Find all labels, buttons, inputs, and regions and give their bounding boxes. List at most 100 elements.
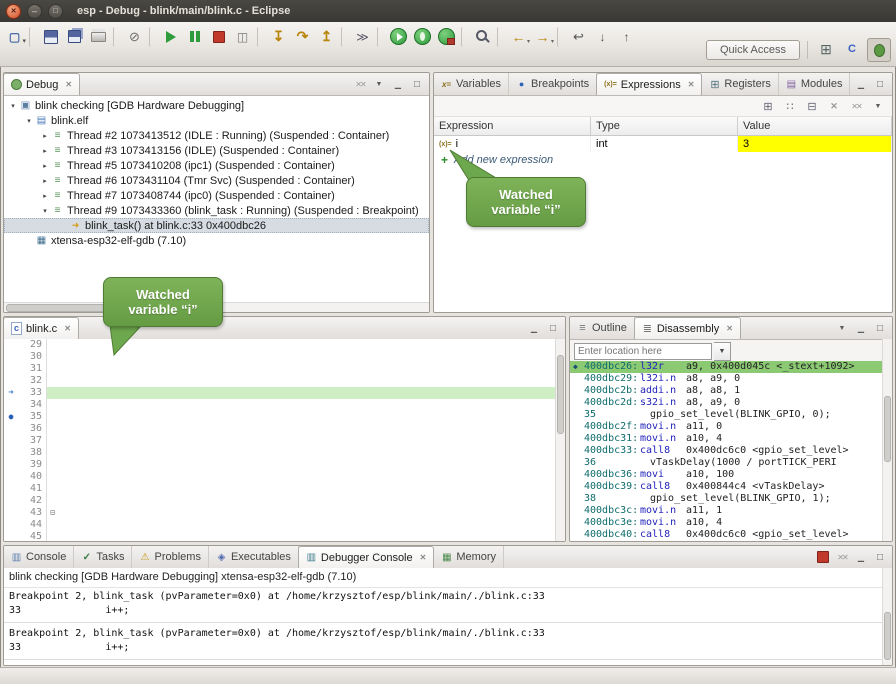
close-icon[interactable]	[65, 80, 72, 89]
expander-icon[interactable]: ▸	[40, 177, 50, 185]
close-icon[interactable]	[726, 324, 733, 333]
debug-perspective-icon[interactable]	[867, 38, 891, 62]
code-editor[interactable]: 29 gpio_pad_select_gpio(BLINK_GPIO); 30 …	[4, 339, 565, 541]
view-tab[interactable]: Problems	[132, 546, 208, 568]
titlebar[interactable]: esp - Debug - blink/main/blink.c - Eclip…	[0, 0, 896, 22]
fold-marker[interactable]: ⊟	[47, 507, 58, 519]
disassembly-listing[interactable]: 400dbc26: l32r a9, 0x400d045c <_stext+10…	[570, 361, 883, 541]
fold-marker[interactable]	[47, 387, 58, 399]
maximize-icon[interactable]	[546, 321, 560, 335]
gutter-marker[interactable]	[4, 447, 18, 459]
close-icon[interactable]	[64, 324, 71, 333]
scrollbar-thumb[interactable]	[884, 612, 891, 661]
tree-row[interactable]: ▾ blink.elf	[4, 113, 429, 128]
collapse-all-icon[interactable]	[804, 98, 820, 114]
view-tab[interactable]: Registers	[702, 73, 778, 95]
open-perspective-icon[interactable]	[815, 38, 837, 60]
column-header-type[interactable]: Type	[591, 117, 738, 135]
remove-launches-icon[interactable]	[835, 550, 849, 564]
tree-row[interactable]: ▸ Thread #3 1073413156 (IDLE) (Suspended…	[4, 143, 429, 158]
vertical-scrollbar[interactable]	[882, 568, 892, 665]
prev-annotation-icon[interactable]	[615, 25, 638, 49]
tree-row[interactable]: ▸ Thread #5 1073410208 (ipc1) (Suspended…	[4, 158, 429, 173]
gutter-marker[interactable]	[4, 459, 18, 471]
step-into-icon[interactable]	[267, 25, 290, 49]
view-tab[interactable]: Tasks	[74, 546, 132, 568]
remove-all-expressions-icon[interactable]	[848, 98, 864, 114]
gutter-marker[interactable]	[4, 363, 18, 375]
disassembly-row[interactable]: 400dbc33: call8 0x400dc6c0 <gpio_set_lev…	[570, 445, 883, 457]
gutter-marker[interactable]	[4, 411, 18, 423]
window-close-button[interactable]	[6, 4, 21, 19]
view-tab[interactable]: Console	[4, 546, 74, 568]
disassembly-row[interactable]: 400dbc2f: movi.n a11, 0	[570, 421, 883, 433]
vertical-scrollbar[interactable]	[882, 339, 892, 541]
expander-icon[interactable]: ▸	[40, 192, 50, 200]
chevron-down-icon[interactable]: ▼	[714, 342, 731, 361]
view-tab[interactable]: Variables	[434, 73, 509, 95]
terminate-icon[interactable]	[816, 550, 830, 564]
expander-icon[interactable]: ▸	[40, 162, 50, 170]
maximize-icon[interactable]	[873, 321, 887, 335]
expression-row[interactable]: i int 3	[434, 136, 892, 152]
fold-marker[interactable]	[47, 375, 58, 387]
disassembly-row[interactable]: 400dbc40: call8 0x400dc6c0 <gpio_set_lev…	[570, 529, 883, 541]
disconnect-icon[interactable]	[231, 25, 254, 49]
gutter-marker[interactable]	[4, 351, 18, 363]
instruction-stepping-icon[interactable]	[351, 25, 374, 49]
view-tab[interactable]: Debugger Console	[298, 546, 434, 568]
external-tools-icon[interactable]	[435, 25, 458, 49]
console-output[interactable]: blink checking [GDB Hardware Debugging] …	[4, 568, 883, 665]
disassembly-row[interactable]: 400dbc31: movi.n a10, 4	[570, 433, 883, 445]
fold-marker[interactable]	[47, 339, 58, 351]
view-menu-icon[interactable]	[870, 98, 886, 114]
scrollbar-thumb[interactable]	[884, 396, 891, 463]
view-tab[interactable]: Executables	[209, 546, 299, 568]
quick-access-button[interactable]: Quick Access	[706, 40, 800, 60]
fold-marker[interactable]	[47, 471, 58, 483]
gutter-marker[interactable]	[4, 471, 18, 483]
tab-debug[interactable]: Debug	[3, 73, 80, 95]
search-icon[interactable]	[471, 25, 494, 49]
gutter-marker[interactable]	[4, 519, 18, 531]
maximize-icon[interactable]	[410, 77, 424, 91]
view-tab[interactable]: Modules	[779, 73, 851, 95]
disassembly-row[interactable]: 400dbc3c: movi.n a11, 1	[570, 505, 883, 517]
add-expression-row[interactable]: Add new expression	[434, 152, 892, 168]
gutter-marker[interactable]	[4, 423, 18, 435]
new-wizard-icon[interactable]	[3, 25, 26, 49]
fold-marker[interactable]	[47, 447, 58, 459]
cpp-perspective-icon[interactable]	[841, 38, 863, 60]
expander-icon[interactable]: ▾	[40, 207, 50, 215]
window-minimize-button[interactable]	[27, 4, 42, 19]
fold-marker[interactable]	[47, 483, 58, 495]
disassembly-row[interactable]: 38 gpio_set_level(BLINK_GPIO, 1);	[570, 493, 883, 505]
forward-icon[interactable]	[531, 25, 554, 49]
next-annotation-icon[interactable]	[591, 25, 614, 49]
view-tab[interactable]: Disassembly	[634, 317, 741, 339]
expander-icon[interactable]: ▸	[40, 147, 50, 155]
run-icon[interactable]	[387, 25, 410, 49]
disassembly-row[interactable]: 400dbc36: movi a10, 100	[570, 469, 883, 481]
gutter-marker[interactable]	[4, 387, 18, 399]
location-input[interactable]	[574, 343, 712, 360]
close-icon[interactable]	[688, 80, 695, 89]
view-tab[interactable]: Breakpoints	[509, 73, 597, 95]
suspend-icon[interactable]	[183, 25, 206, 49]
gutter-marker[interactable]	[4, 375, 18, 387]
tree-row[interactable]: ▾ blink checking [GDB Hardware Debugging…	[4, 98, 429, 113]
save-icon[interactable]	[39, 25, 62, 49]
window-maximize-button[interactable]	[48, 4, 63, 19]
fold-marker[interactable]	[47, 411, 58, 423]
remove-expression-icon[interactable]	[826, 98, 842, 114]
tree-row[interactable]: ▸ Thread #6 1073431104 (Tmr Svc) (Suspen…	[4, 173, 429, 188]
scrollbar-thumb[interactable]	[557, 355, 564, 434]
minimize-icon[interactable]	[391, 77, 405, 91]
back-icon[interactable]	[507, 25, 530, 49]
disassembly-row[interactable]: 400dbc26: l32r a9, 0x400d045c <_stext+10…	[570, 361, 883, 373]
gutter-marker[interactable]	[4, 339, 18, 351]
gutter-marker[interactable]	[4, 399, 18, 411]
fold-marker[interactable]	[47, 435, 58, 447]
view-tab[interactable]: Expressions	[596, 73, 702, 95]
close-icon[interactable]	[420, 553, 427, 562]
